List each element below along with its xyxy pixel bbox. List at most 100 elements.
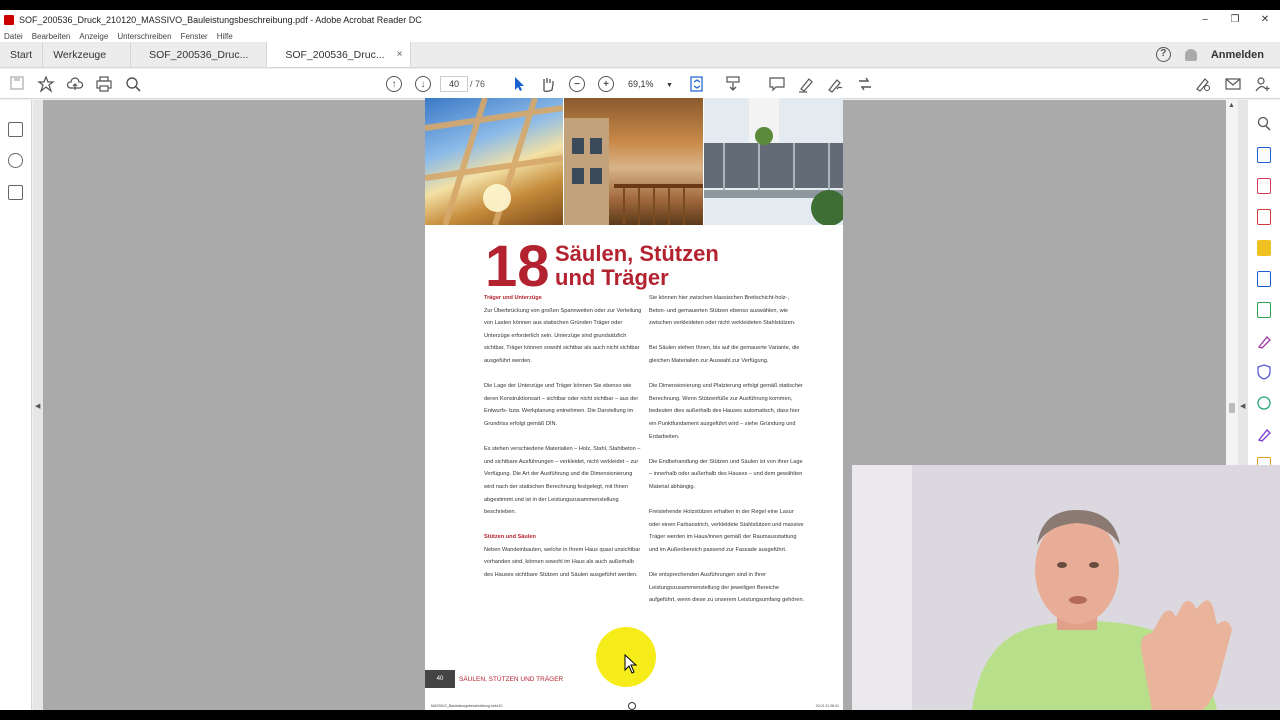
notification-bell-icon[interactable]	[1184, 48, 1197, 61]
chapter-title-line-1: Säulen, Stützen	[555, 241, 719, 266]
page-up-icon[interactable]: ↑	[386, 76, 402, 92]
print-icon[interactable]	[95, 75, 113, 93]
zoom-in-icon[interactable]: +	[598, 76, 614, 92]
page-footer-number: 40	[425, 670, 455, 688]
print-date: 20.01.21 08:41	[815, 704, 839, 708]
maximize-button[interactable]: ❐	[1220, 10, 1250, 30]
menu-item-anzeige[interactable]: Anzeige	[79, 32, 108, 41]
select-cursor-icon[interactable]	[510, 75, 528, 93]
comment-icon[interactable]	[768, 75, 786, 93]
page-footer-label: SÄULEN, STÜTZEN UND TRÄGER	[459, 676, 564, 683]
photo-glass-balcony	[704, 98, 843, 226]
tab-document-1[interactable]: SOF_200536_Druc...	[131, 42, 268, 67]
tab-document-2[interactable]: SOF_200536_Druc... ×	[267, 42, 412, 67]
search-zoom-icon[interactable]	[1257, 116, 1271, 132]
minimize-button[interactable]: –	[1190, 10, 1220, 30]
share-icon[interactable]	[856, 75, 874, 93]
bookmarks-lock-icon[interactable]	[8, 185, 23, 200]
paragraph: Die Dimensionierung und Platzierung erfo…	[649, 383, 803, 440]
close-tab-icon[interactable]: ×	[397, 49, 403, 60]
organize-pages-icon[interactable]	[1257, 178, 1271, 194]
mouse-pointer-icon	[624, 653, 638, 674]
paragraph: Zur Überbrückung von großen Spannweiten …	[484, 307, 642, 364]
webcam-overlay	[852, 465, 1280, 710]
tab-document-2-label: SOF_200536_Druc...	[285, 48, 385, 61]
video-letterbox-bottom	[0, 710, 1280, 720]
window-controls: – ❐ ✕	[1190, 10, 1280, 30]
fit-page-icon[interactable]	[688, 75, 706, 93]
paragraph: Sie können hier zwischen klassischen Bre…	[649, 295, 796, 327]
hand-icon[interactable]	[539, 75, 557, 93]
scroll-up-icon[interactable]: ▲	[1228, 102, 1235, 109]
text-column-left: Träger und Unterzüge Zur Überbrückung vo…	[484, 292, 642, 594]
scrollbar-thumb[interactable]	[1229, 403, 1235, 413]
print-slug: MASSIVO_Bauleistungsbeschreibung.indd 40	[431, 704, 503, 708]
zoom-level-value: 69,1%	[628, 79, 654, 89]
tab-tools-label: Werkzeuge	[53, 48, 107, 61]
paragraph: Bei Säulen stehen Ihnen, bis auf die gem…	[649, 345, 800, 364]
chapter-title: Säulen, Stützen und Träger	[555, 242, 835, 290]
fill-sign-icon[interactable]	[1257, 333, 1271, 349]
section-heading: Stützen und Säulen	[484, 534, 536, 541]
paragraph: Freistehende Holzstützen erhalten in der…	[649, 509, 804, 553]
tab-document-1-label: SOF_200536_Druc...	[149, 48, 249, 61]
left-panel-toggle[interactable]: ◀	[33, 100, 43, 710]
menu-item-datei[interactable]: Datei	[4, 32, 23, 41]
redact-icon[interactable]	[1257, 426, 1271, 442]
page-thumbnails-icon[interactable]	[8, 122, 23, 137]
protect-icon[interactable]	[1257, 364, 1271, 380]
photo-wooden-balcony	[564, 98, 703, 225]
page-down-icon[interactable]: ↓	[415, 76, 431, 92]
photo-roof-timber	[425, 98, 564, 226]
text-column-right: Sie können hier zwischen klassischen Bre…	[649, 292, 805, 619]
pdf-page: 18 Säulen, Stützen und Träger Träger und…	[425, 98, 843, 710]
chevron-down-icon: ▼	[666, 82, 673, 89]
sign-in-button[interactable]: Anmelden	[1211, 49, 1264, 61]
title-bar: SOF_200536_Druck_210120_MASSIVO_Bauleist…	[0, 10, 1280, 30]
help-icon[interactable]: ?	[1155, 47, 1171, 62]
bookmark-star-icon[interactable]	[37, 75, 55, 93]
triangle-left-icon: ◀	[35, 403, 41, 410]
paragraph: Neben Wandeinbauten, welche in Ihrem Hau…	[484, 546, 641, 579]
section-heading: Träger und Unterzüge	[484, 295, 542, 301]
menu-item-fenster[interactable]: Fenster	[181, 32, 208, 41]
zoom-out-icon[interactable]: −	[569, 76, 585, 92]
chapter-title-line-2: und Träger	[555, 265, 669, 290]
highlight-pen-icon[interactable]	[797, 75, 815, 93]
paragraph: Es stehen verschiedene Materialien – Hol…	[484, 446, 641, 516]
paragraph: Die entsprechenden Ausführungen sind in …	[649, 572, 805, 604]
search-icon[interactable]	[124, 75, 142, 93]
zoom-level-select[interactable]: 69,1% ▼	[628, 76, 674, 92]
combine-files-icon[interactable]	[1257, 271, 1271, 287]
sign-icon[interactable]	[826, 75, 844, 93]
email-icon[interactable]	[1224, 75, 1242, 93]
menu-item-unterschreiben[interactable]: Unterschreiben	[117, 32, 171, 41]
tab-start[interactable]: Start	[0, 42, 44, 67]
edit-pdf-icon[interactable]	[1257, 302, 1271, 318]
create-pdf-icon[interactable]	[1257, 209, 1271, 225]
comment-tool-icon[interactable]	[1257, 240, 1271, 256]
tab-bar: Start Werkzeuge SOF_200536_Druc... SOF_2…	[0, 42, 1280, 68]
tab-tools[interactable]: Werkzeuge	[43, 42, 132, 67]
registration-mark-icon	[628, 702, 636, 710]
triangle-left-icon: ◀	[1240, 403, 1246, 410]
main-toolbar: ↑ ↓ 40 / 76 − + 69,1% ▼	[0, 69, 1280, 99]
close-window-button[interactable]: ✕	[1250, 10, 1280, 30]
page-number-input[interactable]: 40	[440, 76, 468, 92]
paragraph: Die Endbehandlung der Stützen und Säulen…	[649, 458, 803, 490]
fill-and-sign-icon[interactable]	[1194, 75, 1212, 93]
acrobat-window: SOF_200536_Druck_210120_MASSIVO_Bauleist…	[0, 10, 1280, 710]
acrobat-app-icon	[4, 15, 14, 25]
chapter-number: 18	[485, 234, 550, 299]
save-icon[interactable]	[8, 75, 26, 93]
window-title: SOF_200536_Druck_210120_MASSIVO_Bauleist…	[19, 15, 422, 25]
scroll-mode-icon[interactable]	[724, 75, 742, 93]
page-total: / 76	[470, 79, 486, 89]
menu-item-hilfe[interactable]: Hilfe	[217, 32, 233, 41]
compress-icon[interactable]	[1257, 395, 1271, 411]
attachment-icon[interactable]	[8, 153, 23, 168]
add-user-icon[interactable]	[1253, 75, 1271, 93]
export-pdf-icon[interactable]	[1257, 147, 1271, 163]
menu-item-bearbeiten[interactable]: Bearbeiten	[32, 32, 71, 41]
cloud-upload-icon[interactable]	[66, 75, 84, 93]
